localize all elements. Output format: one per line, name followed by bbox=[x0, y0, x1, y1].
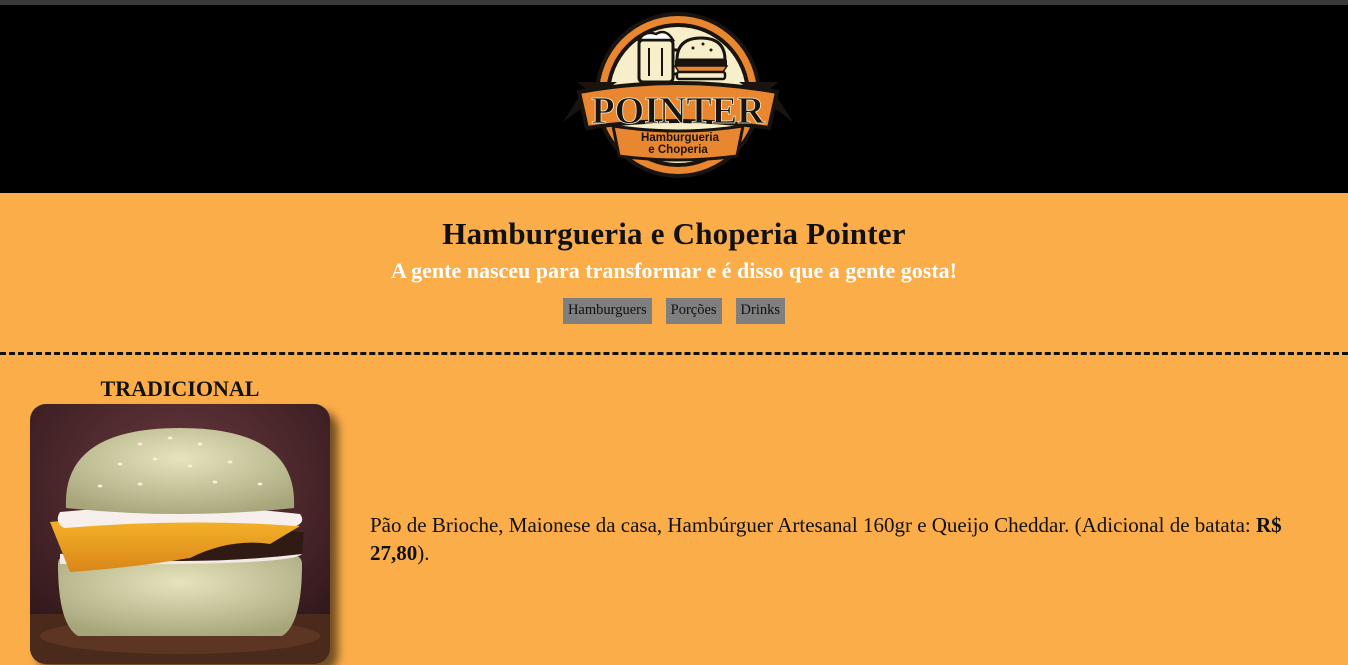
logo-subtitle-line1: Hamburgueria bbox=[641, 132, 720, 144]
burger-icon bbox=[673, 36, 729, 81]
nav-item-porcoes[interactable]: Porções bbox=[665, 298, 722, 324]
nav-item-hamburguers[interactable]: Hamburguers bbox=[562, 298, 652, 324]
hero-section: Hamburgueria e Choperia Pointer A gente … bbox=[0, 193, 1348, 353]
description-text: Pão de Brioche, Maionese da casa, Hambúr… bbox=[370, 513, 1256, 537]
menu-item-title: TRADICIONAL bbox=[100, 376, 260, 401]
description-suffix: ). bbox=[417, 541, 430, 565]
menu-item-description: Pão de Brioche, Maionese da casa, Hambúr… bbox=[370, 511, 1320, 567]
section-divider bbox=[0, 352, 1348, 355]
burger-photo bbox=[30, 404, 330, 664]
nav-item-drinks[interactable]: Drinks bbox=[735, 298, 786, 324]
category-nav: Hamburguers Porções Drinks bbox=[0, 298, 1348, 324]
page-title: Hamburgueria e Choperia Pointer bbox=[442, 216, 906, 251]
header-banner: POINTER Hamburgueria e Choperia bbox=[0, 5, 1348, 193]
logo-subtitle-line2: e Choperia bbox=[648, 144, 708, 156]
tagline: A gente nasceu para transformar e é diss… bbox=[390, 258, 958, 283]
pointer-logo[interactable]: POINTER Hamburgueria e Choperia bbox=[561, 10, 795, 188]
